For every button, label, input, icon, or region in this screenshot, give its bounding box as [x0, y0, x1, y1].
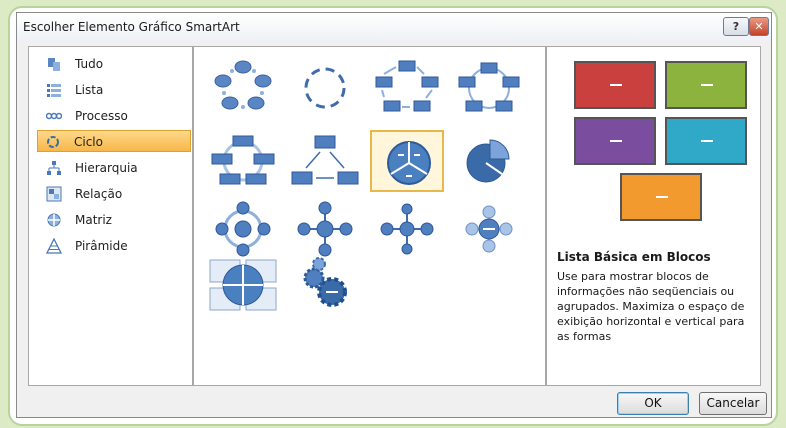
- gallery-item-radial-cycle[interactable]: [206, 198, 280, 260]
- preview-block-blue: [665, 117, 747, 165]
- dialog-title: Escolher Elemento Gráfico SmartArt: [23, 20, 240, 34]
- category-label: Hierarquia: [75, 161, 138, 175]
- gallery-item-basic-radial[interactable]: [370, 198, 444, 260]
- smartart-dialog: Escolher Elemento Gráfico SmartArt ? ✕ T…: [16, 12, 772, 418]
- help-button[interactable]: ?: [723, 17, 749, 36]
- category-list: Tudo Lista Processo Ciclo Hierarquia Rel…: [28, 46, 193, 386]
- category-label: Relação: [75, 187, 123, 201]
- category-item-ciclo[interactable]: Ciclo: [37, 130, 191, 152]
- category-label: Tudo: [75, 57, 104, 71]
- gallery-item-text-cycle[interactable]: [288, 130, 362, 192]
- category-label: Processo: [75, 109, 128, 123]
- gallery-item-block-cycle[interactable]: [370, 57, 444, 119]
- category-label: Matriz: [75, 213, 112, 227]
- preview-description: Use para mostrar blocos de informações n…: [557, 270, 745, 343]
- preview-block-purple: [574, 117, 656, 165]
- preview-title: Lista Básica em Blocos: [557, 250, 711, 264]
- relationship-icon: [46, 186, 62, 202]
- list-icon: [47, 84, 61, 97]
- gallery-item-multidirectional-cycle[interactable]: [452, 198, 526, 260]
- category-item-piramide[interactable]: Pirâmide: [39, 235, 189, 257]
- gallery-item-basic-pie[interactable]: [370, 130, 444, 192]
- category-item-lista[interactable]: Lista: [39, 79, 189, 101]
- preview-block-orange: [620, 173, 702, 221]
- gallery-item-nondirectional-cycle[interactable]: [452, 57, 526, 119]
- category-item-tudo[interactable]: Tudo: [39, 53, 189, 75]
- gallery-item-cycle-matrix-2[interactable]: [206, 254, 280, 316]
- process-icon: [46, 112, 62, 120]
- gallery-item-segmented-cycle[interactable]: [288, 57, 362, 119]
- matrix-icon: [47, 213, 61, 227]
- category-item-processo[interactable]: Processo: [39, 105, 189, 127]
- title-bar: Escolher Elemento Gráfico SmartArt ? ✕: [17, 13, 771, 41]
- preview-panel: Lista Básica em Blocos Use para mostrar …: [546, 46, 761, 386]
- close-button[interactable]: ✕: [749, 17, 769, 36]
- category-label: Ciclo: [74, 135, 103, 149]
- hierarchy-icon: [47, 161, 61, 175]
- gallery-item-cycle-matrix[interactable]: [452, 130, 526, 192]
- category-item-relacao[interactable]: Relação: [39, 183, 189, 205]
- all-icon: [48, 58, 60, 71]
- gallery-item-gear[interactable]: [288, 254, 362, 316]
- pyramid-icon: [46, 238, 62, 254]
- preview-block-red: [574, 61, 656, 109]
- category-item-hierarquia[interactable]: Hierarquia: [39, 157, 189, 179]
- gallery-item-continuous-cycle[interactable]: [206, 130, 280, 192]
- layout-gallery: [193, 46, 546, 386]
- gallery-item-basic-cycle[interactable]: [206, 57, 280, 119]
- category-label: Lista: [75, 83, 104, 97]
- category-label: Pirâmide: [75, 239, 128, 253]
- cycle-icon: [47, 136, 59, 148]
- gallery-item-diverging-radial[interactable]: [288, 198, 362, 260]
- ok-button[interactable]: OK: [617, 392, 689, 415]
- cancel-button[interactable]: Cancelar: [699, 392, 767, 415]
- category-item-matriz[interactable]: Matriz: [39, 209, 189, 231]
- preview-block-green: [665, 61, 747, 109]
